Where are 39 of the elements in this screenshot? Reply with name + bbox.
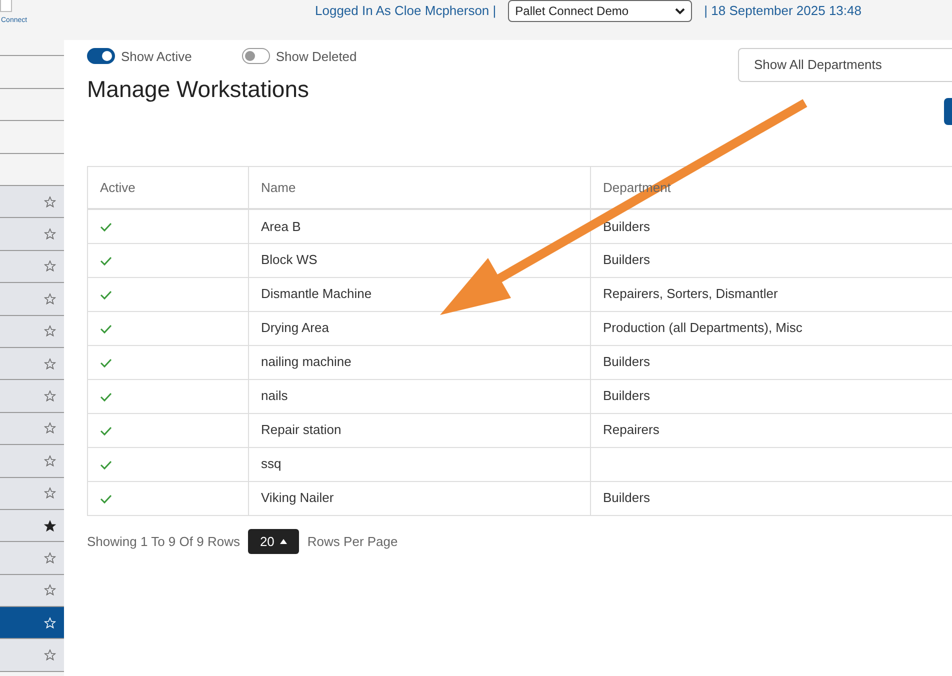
star-icon[interactable]: [44, 196, 56, 208]
star-icon[interactable]: [44, 649, 56, 662]
rows-summary: Showing 1 To 9 Of 9 Rows: [87, 532, 240, 551]
star-icon[interactable]: [44, 584, 56, 596]
page-size-button[interactable]: 20: [248, 528, 300, 554]
table-cell: Area B: [248, 209, 590, 244]
star-icon[interactable]: [44, 358, 56, 370]
toggle-switch[interactable]: [242, 48, 270, 64]
toggle-label: Show Deleted: [276, 48, 357, 66]
star-icon[interactable]: [44, 454, 56, 467]
rows-per-page-label: Rows Per Page: [307, 532, 398, 551]
date-text: | 18 September 2025 13:48: [704, 2, 862, 20]
star-icon[interactable]: [44, 422, 56, 434]
page-title: Manage Workstations: [87, 76, 310, 104]
table-cell: nailing machine: [248, 345, 590, 380]
caret-icon: [280, 538, 288, 544]
column-header[interactable]: Name: [248, 166, 590, 210]
table-cell: Viking Nailer: [248, 481, 590, 516]
star-icon[interactable]: [44, 260, 56, 272]
star-icon[interactable]: [44, 487, 56, 500]
star-icon[interactable]: [44, 228, 56, 240]
star-icon[interactable]: [44, 390, 56, 402]
star-icon[interactable]: [44, 292, 56, 305]
star-icon[interactable]: [44, 520, 56, 532]
toggle-label: Show Active: [121, 48, 192, 66]
company-select[interactable]: Pallet Connect Demo: [508, 0, 692, 22]
star-icon[interactable]: [44, 552, 56, 564]
sidebar-item[interactable]: [0, 607, 64, 640]
logged-in-text: Logged In As Cloe Mcpherson |: [315, 2, 496, 20]
toggle-switch[interactable]: [87, 48, 115, 64]
department-select[interactable]: Show All Departments: [738, 48, 952, 82]
column-header[interactable]: Active: [88, 166, 248, 210]
chevron-down-icon: [675, 7, 686, 15]
table-cell: Repair station: [248, 413, 590, 448]
table-cell: Drying Area: [248, 311, 590, 346]
sidebar-item[interactable]: [0, 510, 64, 542]
star-icon[interactable]: [44, 325, 56, 338]
table-cell: ssq: [248, 447, 590, 482]
table-cell: nails: [248, 379, 590, 414]
